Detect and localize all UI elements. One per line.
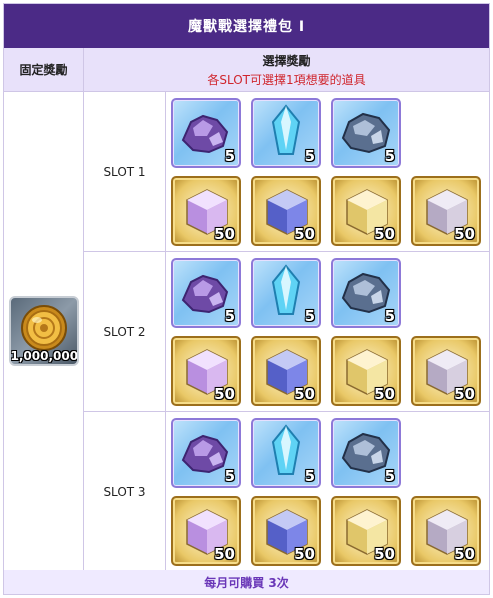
item-quantity: 50 bbox=[294, 225, 315, 243]
item-quantity: 5 bbox=[304, 307, 315, 325]
reward-item[interactable]: 50 bbox=[331, 496, 401, 566]
item-quantity: 50 bbox=[374, 385, 395, 403]
reward-item[interactable]: 5 bbox=[251, 258, 321, 328]
item-quantity: 5 bbox=[384, 147, 395, 165]
fixed-reward-quantity: 1,000,000 bbox=[10, 349, 79, 363]
item-quantity: 50 bbox=[374, 225, 395, 243]
reward-item[interactable]: 5 bbox=[171, 418, 241, 488]
item-quantity: 50 bbox=[454, 385, 475, 403]
item-quantity: 5 bbox=[384, 467, 395, 485]
slot-row: SLOT 3 5 5 5 50 50 50 50 bbox=[84, 412, 489, 572]
choose-reward-title: 選擇獎勵 bbox=[262, 53, 311, 68]
item-quantity: 5 bbox=[224, 467, 235, 485]
reward-item[interactable]: 50 bbox=[331, 176, 401, 246]
reward-item[interactable]: 50 bbox=[171, 176, 241, 246]
item-quantity: 50 bbox=[294, 545, 315, 563]
reward-item[interactable]: 50 bbox=[411, 176, 481, 246]
reward-item[interactable]: 50 bbox=[171, 336, 241, 406]
item-quantity: 50 bbox=[214, 225, 235, 243]
reward-item[interactable]: 50 bbox=[411, 496, 481, 566]
slot-label: SLOT 2 bbox=[84, 252, 166, 411]
reward-item[interactable]: 50 bbox=[411, 336, 481, 406]
reward-item[interactable]: 5 bbox=[331, 258, 401, 328]
slot-row: SLOT 1 5 5 5 50 50 50 50 bbox=[84, 92, 489, 252]
item-quantity: 50 bbox=[454, 225, 475, 243]
package-title: 魔獸戰選擇禮包 Ⅰ bbox=[4, 4, 489, 48]
fixed-reward-item[interactable]: 1,000,000 bbox=[8, 296, 79, 366]
item-quantity: 5 bbox=[224, 147, 235, 165]
fixed-reward-header: 固定獎勵 bbox=[4, 48, 84, 92]
slot-label: SLOT 1 bbox=[84, 92, 166, 251]
item-quantity: 5 bbox=[384, 307, 395, 325]
item-quantity: 5 bbox=[304, 467, 315, 485]
item-quantity: 5 bbox=[224, 307, 235, 325]
reward-item[interactable]: 5 bbox=[251, 418, 321, 488]
reward-item[interactable]: 50 bbox=[171, 496, 241, 566]
item-quantity: 50 bbox=[214, 385, 235, 403]
reward-item[interactable]: 50 bbox=[251, 176, 321, 246]
reward-item[interactable]: 50 bbox=[331, 336, 401, 406]
fixed-reward-cell: 1,000,000 bbox=[4, 92, 84, 570]
item-quantity: 50 bbox=[214, 545, 235, 563]
reward-item[interactable]: 5 bbox=[331, 98, 401, 168]
choose-reward-header: 選擇獎勵 各SLOT可選擇1項想要的道具 bbox=[84, 48, 489, 92]
slot-row: SLOT 2 5 5 5 50 50 50 50 bbox=[84, 252, 489, 412]
reward-item[interactable]: 5 bbox=[171, 98, 241, 168]
table-header: 固定獎勵 選擇獎勵 各SLOT可選擇1項想要的道具 bbox=[4, 48, 489, 92]
reward-item[interactable]: 50 bbox=[251, 336, 321, 406]
item-quantity: 50 bbox=[454, 545, 475, 563]
reward-item[interactable]: 5 bbox=[171, 258, 241, 328]
item-quantity: 5 bbox=[304, 147, 315, 165]
reward-item[interactable]: 5 bbox=[331, 418, 401, 488]
slot-label: SLOT 3 bbox=[84, 412, 166, 571]
purchase-limit: 每月可購買 3次 bbox=[4, 570, 489, 594]
item-quantity: 50 bbox=[294, 385, 315, 403]
choose-reward-note: 各SLOT可選擇1項想要的道具 bbox=[207, 72, 366, 87]
reward-item[interactable]: 50 bbox=[251, 496, 321, 566]
item-quantity: 50 bbox=[374, 545, 395, 563]
reward-item[interactable]: 5 bbox=[251, 98, 321, 168]
package-table: 魔獸戰選擇禮包 Ⅰ 固定獎勵 選擇獎勵 各SLOT可選擇1項想要的道具 1,00… bbox=[3, 3, 490, 595]
